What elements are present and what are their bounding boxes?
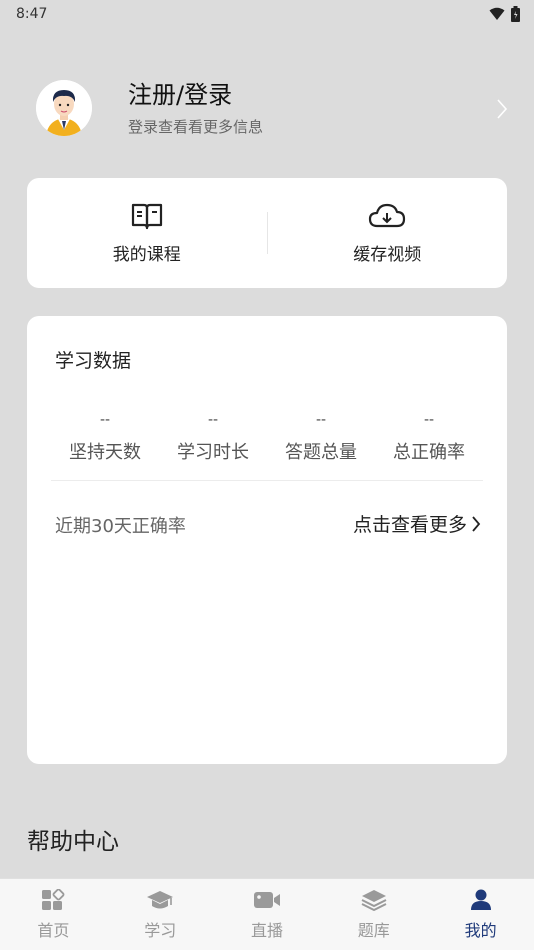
stat-label: 坚持天数 bbox=[69, 442, 141, 463]
my-courses-button[interactable]: 我的课程 bbox=[27, 178, 267, 288]
status-bar: 8:47 bbox=[0, 0, 534, 28]
study-data-title: 学习数据 bbox=[55, 350, 132, 372]
profile-text: 注册/登录 登录查看看更多信息 bbox=[128, 80, 263, 137]
study-data-card: 学习数据 -- 坚持天数 -- 学习时长 -- 答题总量 -- 总正确率 近期3… bbox=[27, 316, 507, 764]
recent-accuracy-label: 近期30天正确率 bbox=[55, 516, 186, 537]
wifi-icon bbox=[489, 7, 505, 20]
video-camera-icon bbox=[253, 892, 280, 908]
avatar[interactable] bbox=[36, 80, 92, 136]
stat-label: 总正确率 bbox=[393, 442, 465, 463]
view-more-label: 点击查看更多 bbox=[352, 514, 467, 536]
tab-study[interactable]: 学习 bbox=[107, 879, 214, 950]
stat-study-time: -- 学习时长 bbox=[159, 412, 267, 464]
bottom-tab-bar: 首页 学习 直播 题库 我的 bbox=[0, 878, 534, 950]
tab-home[interactable]: 首页 bbox=[0, 879, 107, 950]
layers-icon bbox=[361, 890, 387, 911]
chevron-right-icon[interactable] bbox=[496, 98, 508, 120]
my-courses-label: 我的课程 bbox=[112, 244, 181, 265]
book-icon bbox=[131, 203, 162, 229]
person-icon bbox=[470, 889, 491, 910]
view-more-link[interactable]: 点击查看更多 bbox=[353, 510, 481, 537]
avatar-illustration-icon bbox=[36, 80, 92, 136]
login-hint: 登录查看看更多信息 bbox=[128, 117, 264, 136]
stat-value: -- bbox=[207, 412, 219, 428]
stats-grid: -- 坚持天数 -- 学习时长 -- 答题总量 -- 总正确率 bbox=[51, 412, 483, 464]
tab-label: 首页 bbox=[37, 921, 70, 940]
tab-label: 直播 bbox=[250, 921, 283, 940]
home-grid-icon bbox=[42, 889, 65, 910]
status-time: 8:47 bbox=[16, 6, 48, 22]
stat-value: -- bbox=[423, 412, 435, 428]
profile-header[interactable]: 注册/登录 登录查看看更多信息 bbox=[36, 76, 516, 140]
divider bbox=[51, 480, 483, 481]
stat-total-answers: -- 答题总量 bbox=[267, 412, 375, 464]
stat-streak-days: -- 坚持天数 bbox=[51, 412, 159, 464]
status-icons bbox=[489, 6, 520, 22]
quick-actions-card: 我的课程 缓存视频 bbox=[27, 178, 507, 288]
battery-icon bbox=[511, 6, 520, 22]
help-center-title[interactable]: 帮助中心 bbox=[27, 822, 119, 856]
tab-question-bank[interactable]: 题库 bbox=[320, 879, 427, 950]
stat-label: 学习时长 bbox=[177, 442, 249, 463]
stat-label: 答题总量 bbox=[285, 442, 357, 463]
tab-label: 题库 bbox=[357, 921, 390, 940]
tab-live[interactable]: 直播 bbox=[214, 879, 321, 950]
chevron-right-icon bbox=[472, 515, 481, 532]
tab-label: 学习 bbox=[144, 921, 177, 940]
stat-value: -- bbox=[315, 412, 327, 428]
stat-accuracy: -- 总正确率 bbox=[375, 412, 483, 464]
cached-videos-label: 缓存视频 bbox=[353, 244, 422, 265]
cloud-download-icon bbox=[369, 203, 406, 227]
tab-mine[interactable]: 我的 bbox=[427, 879, 534, 950]
tab-label: 我的 bbox=[464, 921, 497, 940]
stat-value: -- bbox=[99, 412, 111, 428]
cached-videos-button[interactable]: 缓存视频 bbox=[268, 178, 508, 288]
graduation-cap-icon bbox=[147, 891, 174, 909]
login-register-title[interactable]: 注册/登录 bbox=[128, 80, 263, 110]
